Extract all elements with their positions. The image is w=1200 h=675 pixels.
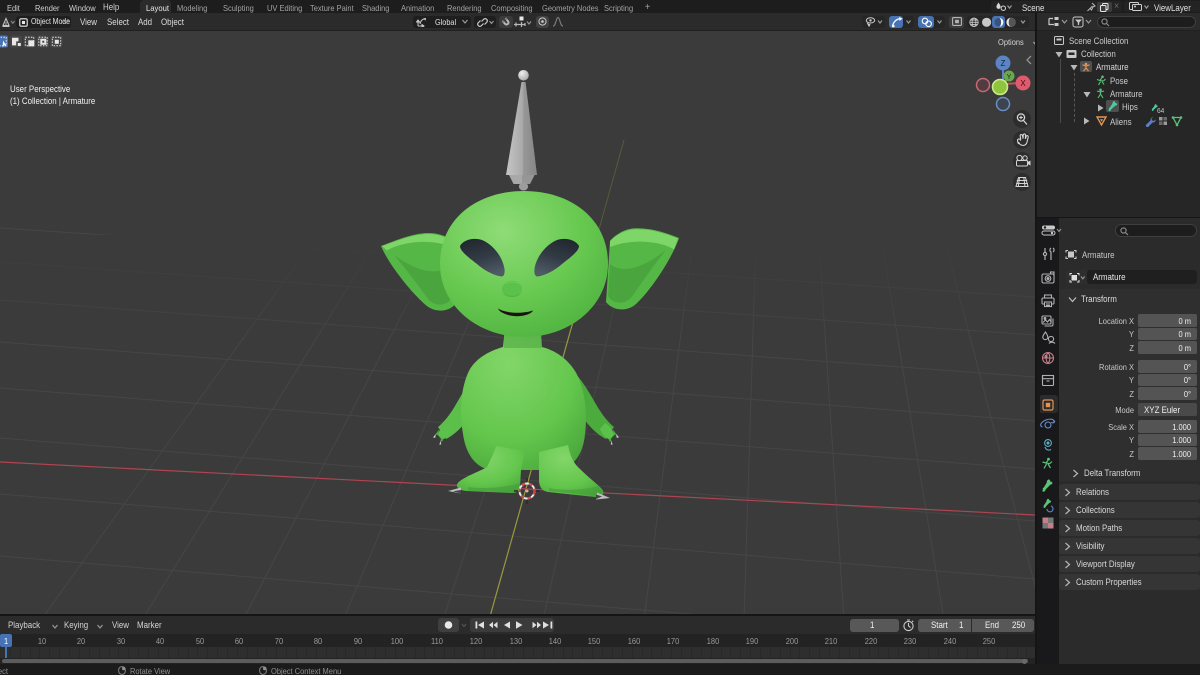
svg-text:Z: Z [1001,59,1006,68]
svg-text:X: X [1020,79,1026,88]
svg-text:Y: Y [1007,74,1012,81]
